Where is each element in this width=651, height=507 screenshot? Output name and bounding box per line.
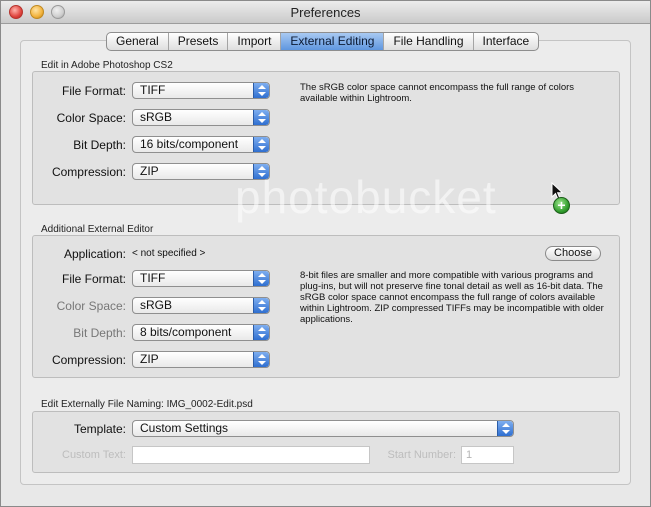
popup-arrows-icon — [253, 271, 269, 286]
start-number-label: Start Number: — [387, 449, 456, 461]
ext-file-format-label: File Format: — [61, 272, 126, 286]
ext-file-format-value: TIFF — [140, 271, 166, 285]
ps-bit-depth-label: Bit Depth: — [73, 138, 126, 152]
ps-compression-select[interactable]: ZIP — [132, 163, 270, 180]
ext-file-format-select[interactable]: TIFF — [132, 270, 270, 287]
naming-group-label: Edit Externally File Naming: IMG_0002-Ed… — [41, 399, 253, 410]
custom-text-label: Custom Text: — [62, 449, 126, 461]
popup-arrows-icon — [253, 298, 269, 313]
ext-compression-select[interactable]: ZIP — [132, 351, 270, 368]
template-select[interactable]: Custom Settings — [132, 420, 514, 437]
tab-presets[interactable]: Presets — [169, 33, 229, 50]
application-label: Application: — [63, 247, 126, 261]
application-value: < not specified > — [132, 248, 206, 259]
ps-color-space-label: Color Space: — [56, 111, 126, 125]
plus-badge-icon: + — [553, 197, 570, 214]
ps-color-space-select[interactable]: sRGB — [132, 109, 270, 126]
ps-file-format-label: File Format: — [61, 84, 126, 98]
tab-file-handling[interactable]: File Handling — [384, 33, 474, 50]
preferences-tab-bar: General Presets Import External Editing … — [106, 32, 540, 51]
ext-color-space-label: Color Space: — [56, 299, 126, 313]
ps-bit-depth-value: 16 bits/component — [140, 137, 239, 151]
ext-color-space-value: sRGB — [140, 298, 173, 312]
ext-compression-label: Compression: — [51, 353, 126, 367]
template-value: Custom Settings — [140, 421, 229, 435]
additional-group-label: Additional External Editor — [41, 224, 154, 235]
title-bar[interactable]: Preferences — [1, 1, 650, 24]
ext-color-space-select[interactable]: sRGB — [132, 297, 270, 314]
tab-import[interactable]: Import — [228, 33, 282, 50]
ps-file-format-value: TIFF — [140, 83, 166, 97]
ext-bit-depth-select[interactable]: 8 bits/component — [132, 324, 270, 341]
ps-bit-depth-select[interactable]: 16 bits/component — [132, 136, 270, 153]
ps-compression-value: ZIP — [140, 164, 159, 178]
popup-arrows-icon — [253, 110, 269, 125]
ext-format-note: 8-bit files are smaller and more compati… — [300, 270, 604, 325]
ext-bit-depth-value: 8 bits/component — [140, 325, 232, 339]
popup-arrows-icon — [497, 421, 513, 436]
popup-arrows-icon — [253, 352, 269, 367]
ext-bit-depth-label: Bit Depth: — [73, 326, 126, 340]
custom-text-field[interactable] — [132, 446, 370, 464]
popup-arrows-icon — [253, 137, 269, 152]
tab-external-editing[interactable]: External Editing — [281, 33, 385, 50]
popup-arrows-icon — [253, 325, 269, 340]
template-label: Template: — [73, 422, 126, 436]
ext-compression-value: ZIP — [140, 352, 159, 366]
ps-compression-label: Compression: — [51, 165, 126, 179]
start-number-field[interactable]: 1 — [461, 446, 514, 464]
photoshop-group-label: Edit in Adobe Photoshop CS2 — [41, 60, 173, 71]
ps-file-format-select[interactable]: TIFF — [132, 82, 270, 99]
choose-application-button[interactable]: Choose — [545, 246, 601, 261]
ps-color-space-note: The sRGB color space cannot encompass th… — [300, 82, 575, 104]
ps-color-space-value: sRGB — [140, 110, 173, 124]
window-title: Preferences — [290, 5, 361, 20]
popup-arrows-icon — [253, 164, 269, 179]
tab-interface[interactable]: Interface — [474, 33, 539, 50]
popup-arrows-icon — [253, 83, 269, 98]
tab-general[interactable]: General — [107, 33, 169, 50]
